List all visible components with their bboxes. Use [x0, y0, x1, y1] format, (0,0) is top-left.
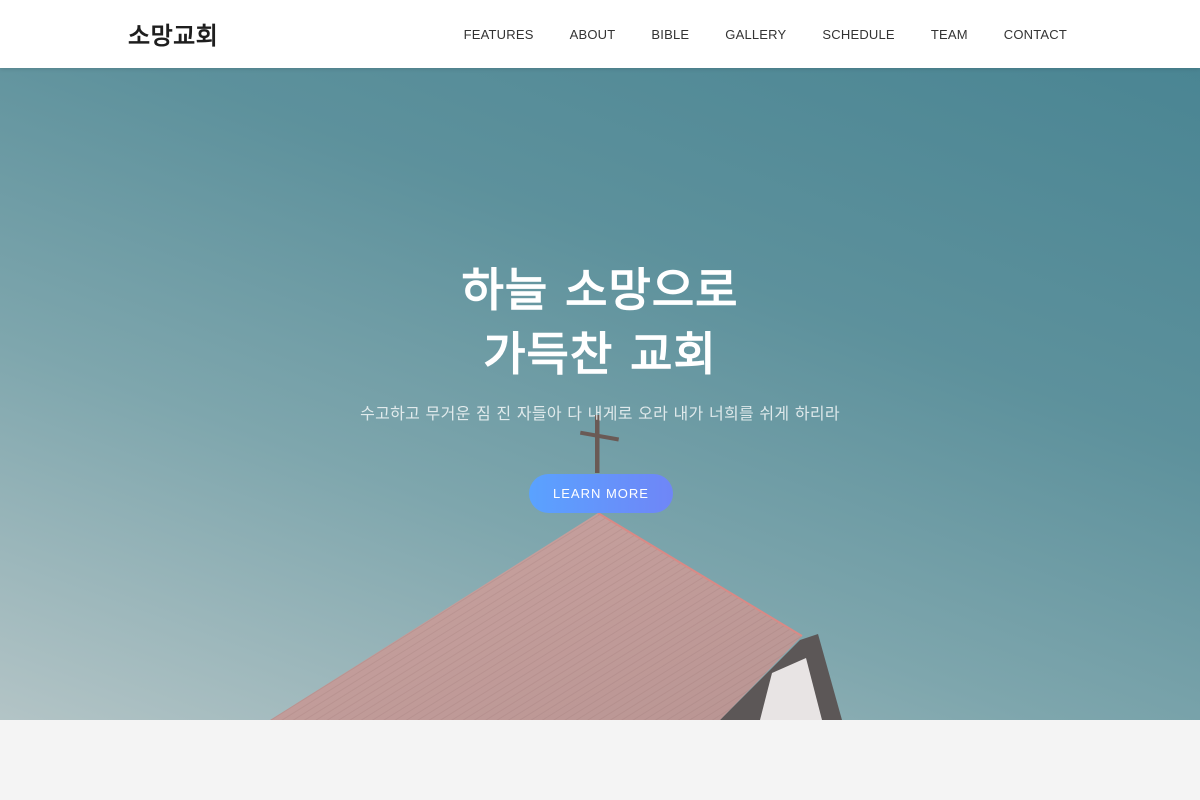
- nav-link-contact[interactable]: CONTACT: [1004, 27, 1067, 42]
- nav-link-bible[interactable]: BIBLE: [651, 27, 689, 42]
- brand-logo[interactable]: 소망교회: [128, 16, 218, 51]
- hero-section: 하늘 소망으로 가득찬 교회 수고하고 무거운 짐 진 자들아 다 내게로 오라…: [0, 68, 1200, 720]
- hero-title-line-1: 하늘 소망으로: [461, 263, 739, 317]
- nav-link-gallery[interactable]: GALLERY: [725, 27, 786, 42]
- hero-title-line-2: 가득찬 교회: [483, 327, 717, 381]
- next-section: [0, 720, 1200, 800]
- navbar: 소망교회 FEATURES ABOUT BIBLE GALLERY SCHEDU…: [0, 0, 1200, 68]
- nav-link-features[interactable]: FEATURES: [464, 27, 534, 42]
- nav-menu: FEATURES ABOUT BIBLE GALLERY SCHEDULE TE…: [464, 27, 1067, 42]
- learn-more-button[interactable]: LEARN MORE: [529, 474, 673, 513]
- nav-link-schedule[interactable]: SCHEDULE: [822, 27, 894, 42]
- hero-content: 하늘 소망으로 가득찬 교회 수고하고 무거운 짐 진 자들아 다 내게로 오라…: [0, 258, 1200, 424]
- hero-subtitle: 수고하고 무거운 짐 진 자들아 다 내게로 오라 내가 너희를 쉬게 하리라: [360, 404, 840, 423]
- nav-link-about[interactable]: ABOUT: [570, 27, 616, 42]
- nav-link-team[interactable]: TEAM: [931, 27, 968, 42]
